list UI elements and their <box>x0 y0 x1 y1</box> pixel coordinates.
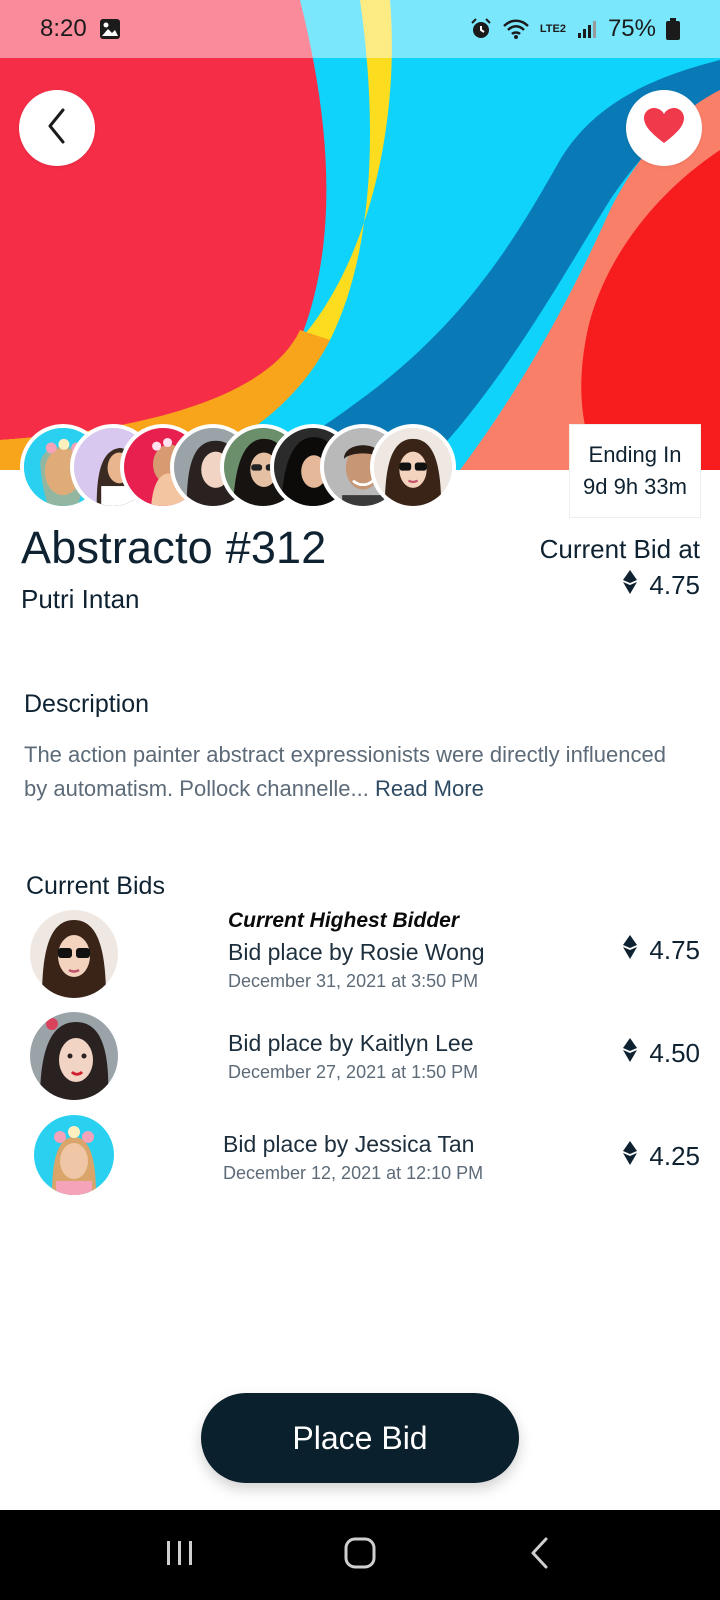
bid-date: December 12, 2021 at 12:10 PM <box>223 1163 484 1183</box>
back-button[interactable] <box>19 90 95 166</box>
ethereum-icon <box>623 570 638 601</box>
current-bid-label: Current Bid at <box>539 534 700 564</box>
description-text: The action painter abstract expressionis… <box>24 738 694 806</box>
bid-date: December 31, 2021 at 3:50 PM <box>228 971 479 991</box>
system-nav-bar <box>0 1510 720 1600</box>
bidder-avatar-stack[interactable] <box>20 424 490 510</box>
chevron-left-icon <box>528 1536 552 1575</box>
bid-row[interactable]: Bid place by Jessica Tan December 12, 20… <box>0 1113 720 1213</box>
ending-label: Ending In <box>588 442 682 467</box>
current-bids-heading: Current Bids <box>26 872 165 900</box>
bidder-name: Bid place by Jessica Tan <box>223 1131 475 1157</box>
status-bar: 8:20 LTE2 75% <box>0 0 720 58</box>
heart-icon <box>643 107 685 150</box>
recent-apps-icon <box>164 1538 196 1573</box>
artwork-title: Abstracto #312 <box>21 522 327 573</box>
bid-row[interactable]: Bid place by Kaitlyn Lee December 27, 20… <box>0 1008 720 1108</box>
read-more-link[interactable]: Read More <box>375 776 484 801</box>
gallery-icon <box>99 18 121 40</box>
battery-icon <box>666 18 680 40</box>
home-icon <box>343 1536 377 1575</box>
system-back-button[interactable] <box>510 1525 570 1585</box>
description-body: The action painter abstract expressionis… <box>24 742 666 801</box>
current-bid: 4.75 <box>623 570 700 601</box>
avatar <box>30 1012 118 1100</box>
ending-timer: Ending In 9d 9h 33m <box>569 424 701 518</box>
bid-amount: 4.50 <box>649 1038 700 1068</box>
alarm-icon <box>470 18 492 40</box>
avatar <box>30 910 118 998</box>
home-button[interactable] <box>330 1525 390 1585</box>
bid-amount: 4.25 <box>649 1141 700 1171</box>
chevron-left-icon <box>42 106 72 151</box>
wifi-icon <box>502 18 530 40</box>
battery-percent: 75% <box>607 15 656 42</box>
bidder-name: Bid place by Kaitlyn Lee <box>228 1030 474 1056</box>
bid-amount: 4.75 <box>649 935 700 965</box>
avatar <box>34 1115 114 1195</box>
place-bid-button[interactable]: Place Bid <box>201 1393 519 1483</box>
bid-row[interactable]: Current Highest Bidder Bid place by Rosi… <box>0 905 720 1005</box>
ending-value: 9d 9h 33m <box>583 474 687 499</box>
avatar <box>370 424 456 510</box>
ethereum-icon <box>623 935 638 966</box>
highest-bidder-label: Current Highest Bidder <box>228 909 460 932</box>
artist-name[interactable]: Putri Intan <box>21 584 140 615</box>
ethereum-icon <box>623 1141 638 1172</box>
bidder-name: Bid place by Rosie Wong <box>228 939 485 965</box>
description-heading: Description <box>24 690 150 718</box>
status-time: 8:20 <box>40 15 87 42</box>
bid-date: December 27, 2021 at 1:50 PM <box>228 1062 479 1082</box>
favorite-button[interactable] <box>626 90 702 166</box>
signal-icon <box>576 18 598 40</box>
ethereum-icon <box>623 1038 638 1069</box>
network-label: LTE2 <box>539 23 566 35</box>
recent-apps-button[interactable] <box>150 1525 210 1585</box>
current-bid-amount: 4.75 <box>649 570 700 600</box>
artwork-image <box>0 0 720 470</box>
